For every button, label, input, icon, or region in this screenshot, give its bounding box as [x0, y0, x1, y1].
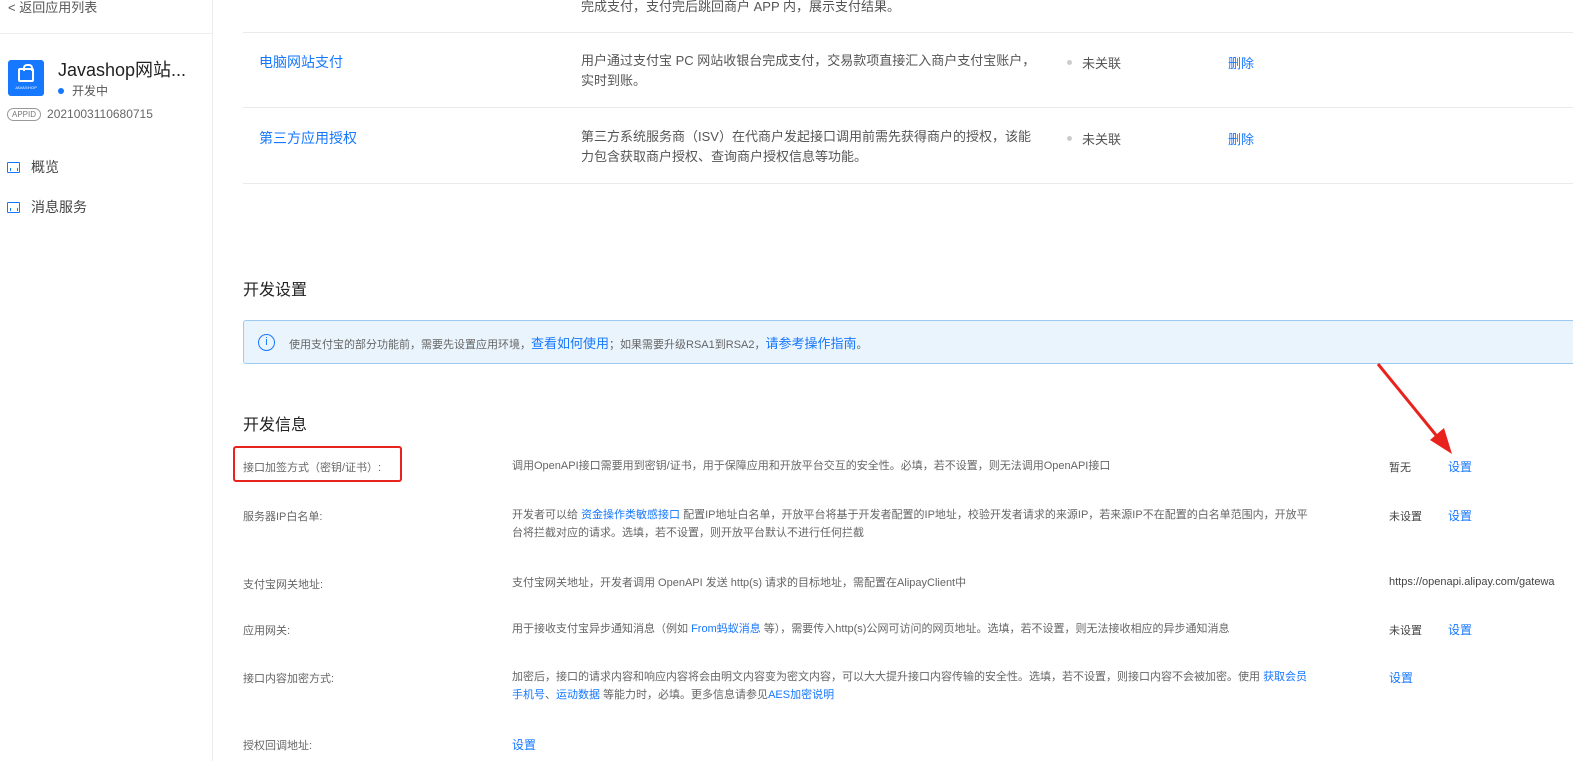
- ant-message-link[interactable]: From蚂蚁消息: [691, 623, 761, 635]
- sidebar-item-overview[interactable]: 概览: [7, 157, 59, 177]
- desc-text: 加密后，接口的请求内容和响应内容将会由明文内容变为密文内容，可以大大提升接口内容…: [512, 671, 1264, 683]
- desc-text: 开发者可以给: [512, 509, 582, 521]
- product-name-link[interactable]: 第三方应用授权: [259, 128, 357, 148]
- auth-callback-label: 授权回调地址:: [243, 740, 313, 752]
- app-logo: JAVASHOP: [8, 60, 44, 96]
- app-gateway-set-button[interactable]: 设置: [1448, 621, 1472, 638]
- desc-text: 用于接收支付宝异步通知消息（例如: [512, 623, 692, 635]
- dashboard-icon: [7, 161, 20, 173]
- sign-method-set-button[interactable]: 设置: [1448, 458, 1472, 475]
- app-gateway-desc: 用于接收支付宝异步通知消息（例如 From蚂蚁消息 等），需要传入http(s)…: [512, 620, 1312, 638]
- sensitive-api-link[interactable]: 资金操作类敏感接口: [581, 509, 680, 521]
- ip-whitelist-label: 服务器IP白名单:: [243, 511, 323, 523]
- app-gateway-label: 应用网关:: [243, 625, 291, 637]
- ip-whitelist-set-button[interactable]: 设置: [1448, 507, 1472, 524]
- app-status-label: 开发中: [72, 84, 109, 98]
- message-service-icon: [7, 201, 20, 213]
- notice-text: 使用支付宝的部分功能前，需要先设置应用环境，查看如何使用；如果需要升级RSA1到…: [289, 333, 868, 352]
- product-desc: 完成支付，支付完后跳回商户 APP 内，展示支付结果。: [581, 0, 901, 14]
- info-icon: i: [258, 333, 275, 351]
- product-desc: 用户通过支付宝 PC 网站收银台完成支付，交易款项直接汇入商户支付宝账户，实时到…: [581, 53, 1036, 88]
- sidebar: < 返回应用列表 JAVASHOP Javashop网站... 开发中 APPI…: [0, 0, 213, 761]
- gateway-desc: 支付宝网关地址，开发者调用 OpenAPI 发送 http(s) 请求的目标地址…: [512, 577, 967, 589]
- dev-info-title: 开发信息: [243, 417, 308, 434]
- desc-text: 等能力时，必填。更多信息请参见: [600, 689, 769, 701]
- auth-callback-set-button[interactable]: 设置: [512, 736, 536, 753]
- content-encrypt-desc: 加密后，接口的请求内容和响应内容将会由明文内容变为密文内容，可以大大提升接口内容…: [512, 668, 1312, 704]
- app-name: Javashop网站...: [58, 60, 187, 80]
- product-name-link[interactable]: 电脑网站支付: [259, 52, 343, 72]
- product-state-label: 未关联: [1082, 56, 1122, 71]
- sign-method-desc: 调用OpenAPI接口需要用到密钥/证书，用于保障应用和开放平台交互的安全性。必…: [512, 460, 1111, 472]
- delete-button[interactable]: 删除: [1228, 129, 1254, 148]
- desc-text: 等），需要传入http(s)公网可访问的网页地址。选填，若不设置，则无法接收相应…: [760, 623, 1230, 635]
- sign-method-value: 暂无: [1389, 462, 1411, 474]
- notice-mid: ；如果需要升级RSA1到RSA2，: [609, 338, 766, 351]
- aes-doc-link[interactable]: AES加密说明: [768, 689, 834, 701]
- sidebar-divider: [0, 33, 212, 34]
- content-encrypt-set-button[interactable]: 设置: [1389, 669, 1413, 686]
- notice-suffix: 。: [856, 338, 868, 351]
- state-dot-icon: [1067, 60, 1072, 65]
- status-dot-icon: [58, 87, 64, 94]
- delete-button[interactable]: 删除: [1228, 53, 1254, 72]
- product-desc: 第三方系统服务商（ISV）在代商户发起接口调用前需先获得商户的授权，该能力包含获…: [581, 129, 1031, 164]
- app-gateway-value: 未设置: [1389, 625, 1422, 637]
- product-state: 未关联: [1067, 53, 1121, 72]
- state-dot-icon: [1067, 136, 1072, 141]
- shopping-bag-icon: [18, 64, 34, 82]
- gateway-label: 支付宝网关地址:: [243, 579, 324, 591]
- dev-settings-title: 开发设置: [243, 282, 308, 299]
- app-status: 开发中: [58, 82, 108, 99]
- appid-row: APPID 2021003110680715: [7, 107, 153, 121]
- sidebar-item-label: 消息服务: [31, 199, 87, 215]
- operation-guide-link[interactable]: 请参考操作指南: [766, 336, 857, 351]
- gateway-url: https://openapi.alipay.com/gatewa: [1389, 576, 1555, 588]
- product-row-partial: 完成支付，支付完后跳回商户 APP 内，展示支付结果。: [243, 0, 1573, 33]
- content-encrypt-label: 接口内容加密方式:: [243, 673, 335, 685]
- product-state-label: 未关联: [1082, 132, 1122, 147]
- appid-value: 2021003110680715: [47, 107, 153, 121]
- notice-prefix: 使用支付宝的部分功能前，需要先设置应用环境，: [289, 338, 531, 351]
- ip-whitelist-value: 未设置: [1389, 511, 1422, 523]
- back-to-app-list-link[interactable]: < 返回应用列表: [8, 0, 97, 16]
- product-row: 第三方应用授权 第三方系统服务商（ISV）在代商户发起接口调用前需先获得商户的授…: [243, 108, 1573, 184]
- logo-text: JAVASHOP: [14, 85, 38, 90]
- product-state: 未关联: [1067, 129, 1121, 148]
- desc-text: 、: [545, 689, 556, 701]
- info-notice: i 使用支付宝的部分功能前，需要先设置应用环境，查看如何使用；如果需要升级RSA…: [243, 320, 1573, 364]
- ip-whitelist-desc: 开发者可以给 资金操作类敏感接口 配置IP地址白名单，开放平台将基于开发者配置的…: [512, 506, 1312, 542]
- sign-method-label: 接口加签方式（密钥/证书）:: [243, 462, 382, 474]
- appid-badge: APPID: [7, 107, 42, 121]
- sport-data-link[interactable]: 运动数据: [556, 689, 600, 701]
- how-to-use-link[interactable]: 查看如何使用: [531, 336, 609, 351]
- product-row: 电脑网站支付 用户通过支付宝 PC 网站收银台完成支付，交易款项直接汇入商户支付…: [243, 33, 1573, 108]
- sidebar-item-message-service[interactable]: 消息服务: [7, 197, 87, 217]
- sidebar-item-label: 概览: [31, 159, 59, 175]
- red-arrow-icon: [1376, 363, 1452, 454]
